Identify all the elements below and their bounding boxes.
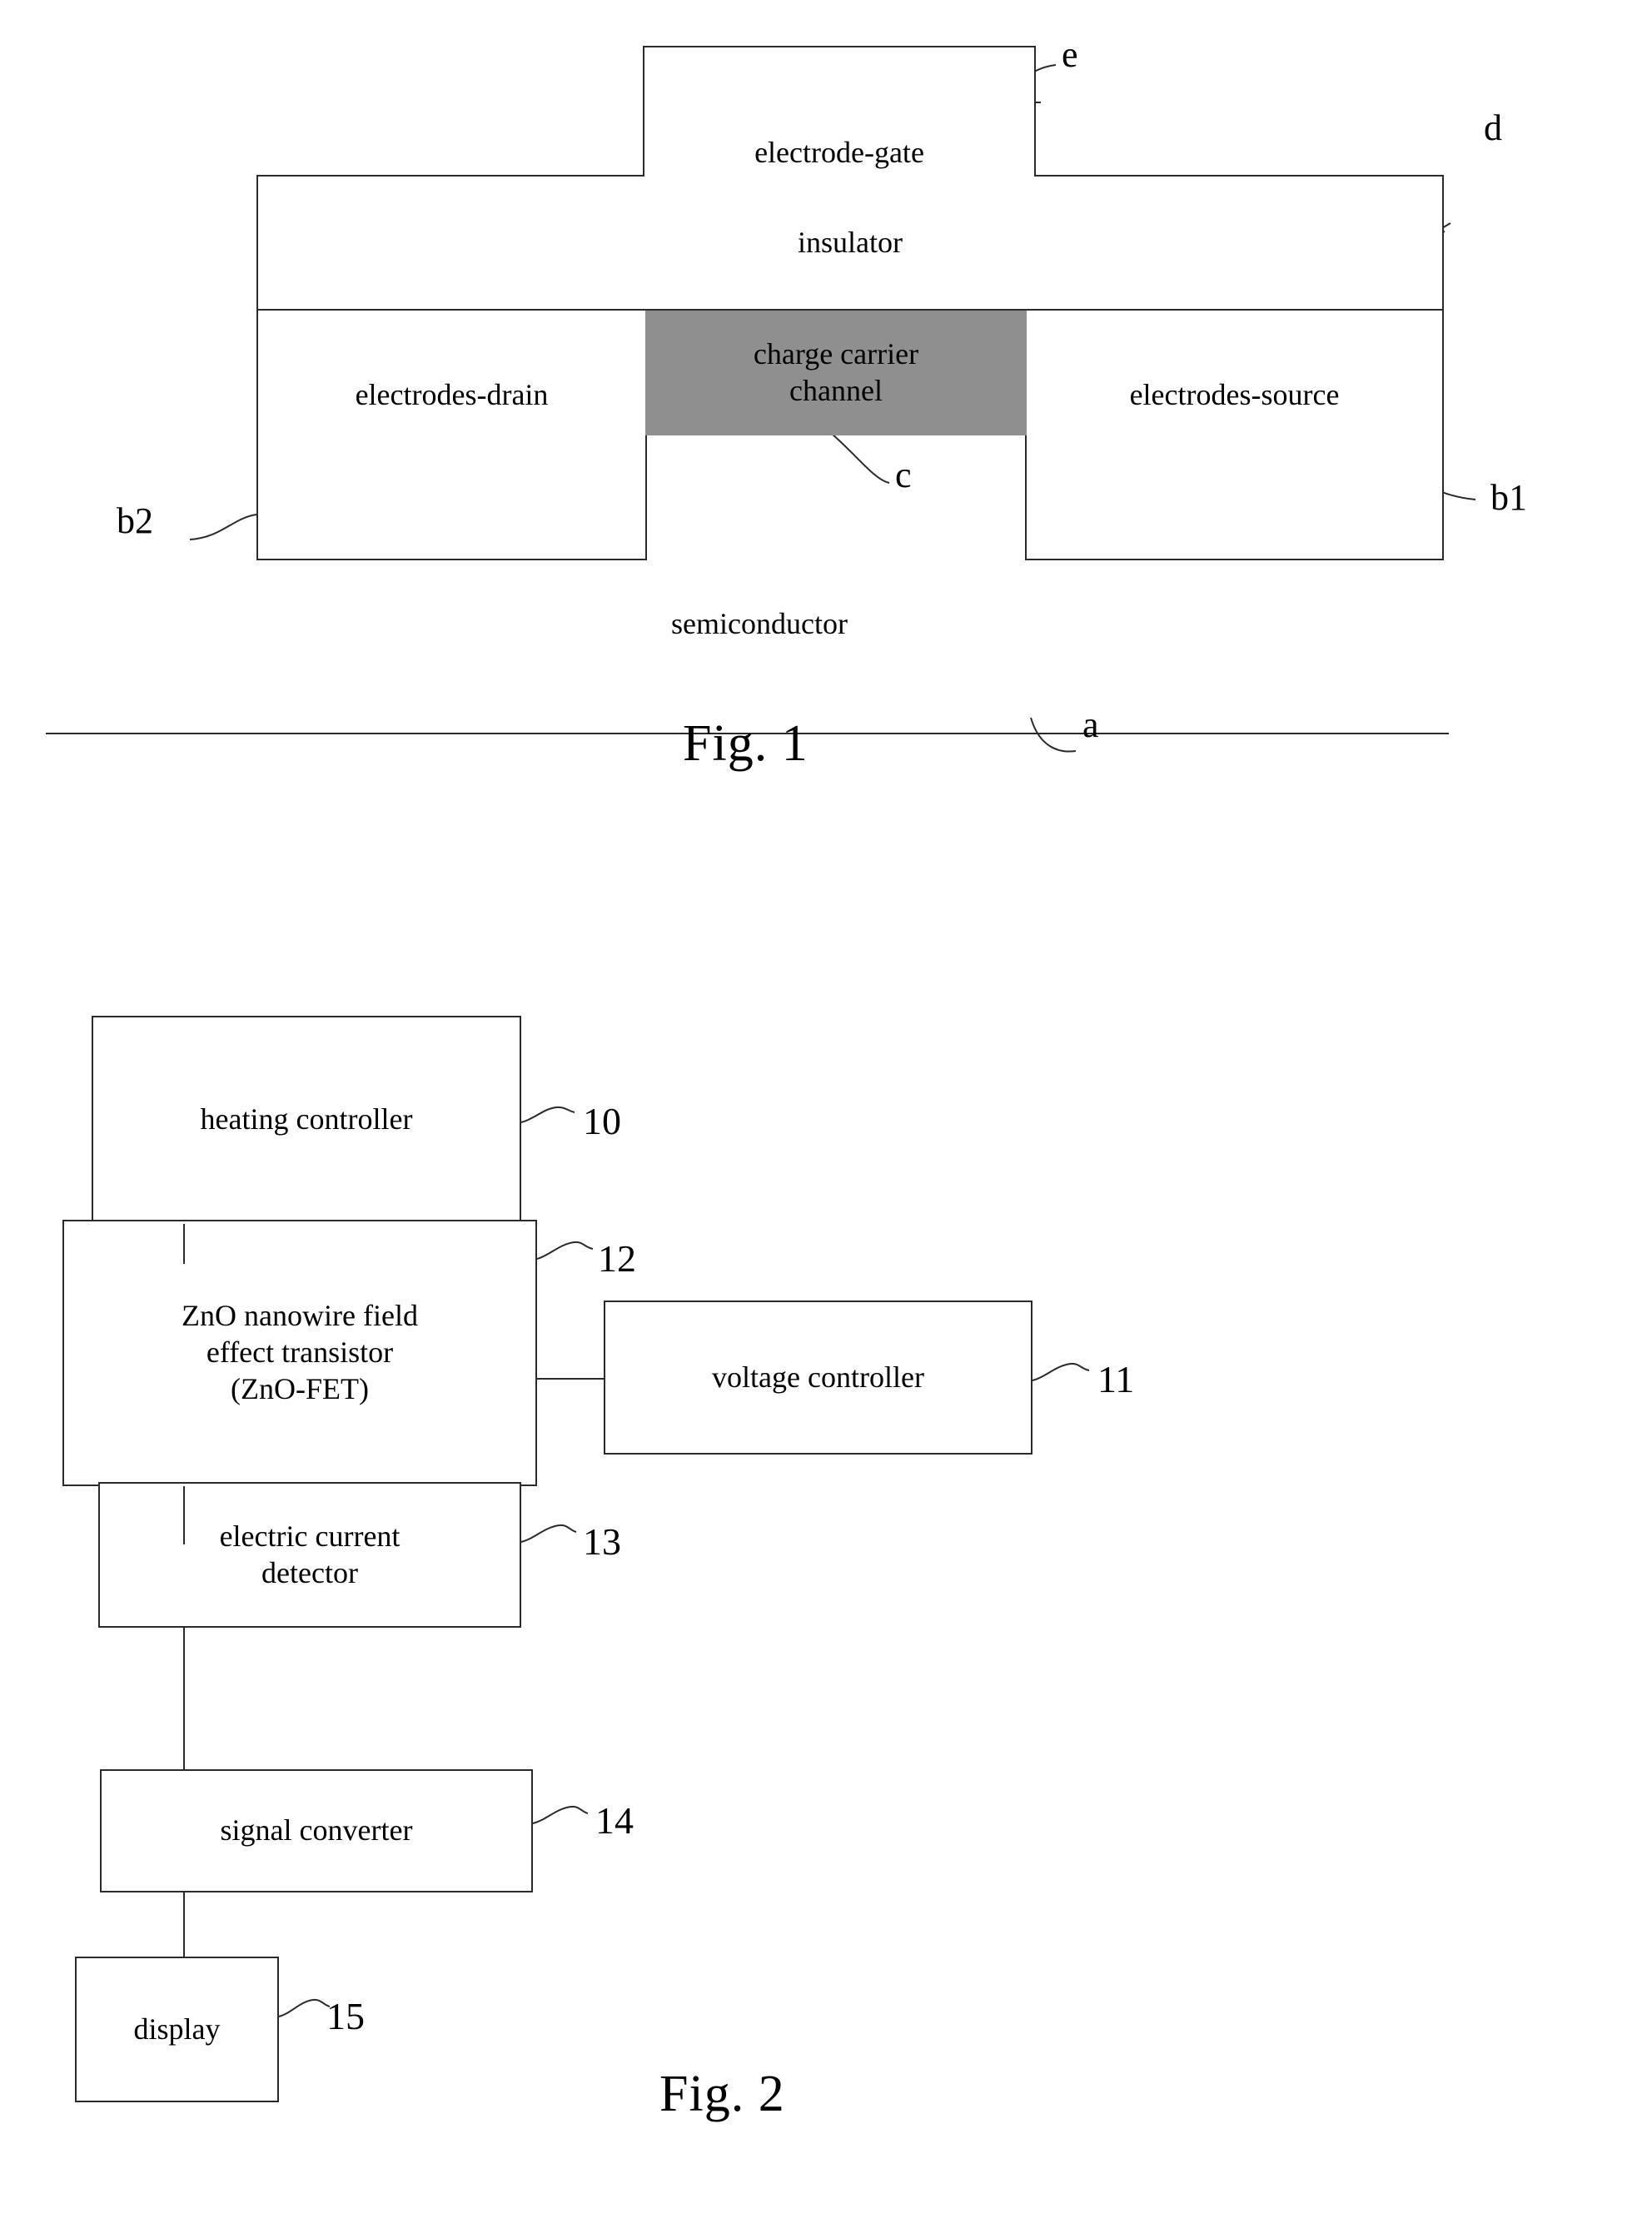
charge-carrier-channel: charge carrier channel bbox=[645, 311, 1027, 435]
current-detector-label-line-1: electric current bbox=[219, 1519, 401, 1553]
drain-electrode: electrodes-drain bbox=[256, 311, 647, 560]
charge-carrier-channel-label: charge carrier channel bbox=[754, 336, 918, 410]
heating-controller-label: heating controller bbox=[200, 1102, 413, 1136]
ref-label-b2: b2 bbox=[117, 500, 153, 541]
ref-label-15: 15 bbox=[326, 1995, 365, 2037]
block-display: display bbox=[75, 1957, 279, 2102]
figure-1-caption: Fig. 1 bbox=[683, 715, 809, 772]
signal-converter-label: signal converter bbox=[220, 1813, 413, 1848]
insulator-label: insulator bbox=[798, 225, 903, 259]
zno-fet-label-line-1: ZnO nanowire field bbox=[182, 1299, 418, 1333]
zno-fet-label-line-2: effect transistor bbox=[206, 1335, 394, 1370]
ref-label-13: 13 bbox=[583, 1520, 621, 1563]
connector-heating-to-fet bbox=[183, 1224, 185, 1264]
ref-label-12: 12 bbox=[598, 1237, 636, 1280]
gate-electrode: electrode-gate bbox=[643, 46, 1036, 177]
block-voltage-controller: voltage controller bbox=[604, 1301, 1032, 1455]
block-zno-fet: ZnO nanowire field effect transistor (Zn… bbox=[62, 1220, 537, 1486]
ref-label-14: 14 bbox=[595, 1799, 634, 1842]
source-electrode: electrodes-source bbox=[1025, 311, 1444, 560]
drain-electrode-label: electrodes-drain bbox=[355, 378, 549, 411]
connector-fet-to-voltage bbox=[537, 1378, 604, 1380]
channel-label-line-1: charge carrier bbox=[753, 337, 919, 371]
voltage-controller-label: voltage controller bbox=[712, 1360, 924, 1394]
insulator-layer: insulator bbox=[256, 175, 1444, 311]
current-detector-label-line-2: detector bbox=[261, 1555, 358, 1589]
block-current-detector: electric current detector bbox=[98, 1482, 521, 1628]
figure-1: insulator electrode-gate electrodes-drai… bbox=[0, 0, 1652, 833]
ref-label-10: 10 bbox=[583, 1100, 621, 1142]
ref-label-d: d bbox=[1484, 107, 1502, 148]
connector-fet-to-detector bbox=[183, 1486, 185, 1544]
current-detector-label: electric current detector bbox=[220, 1519, 401, 1592]
block-heating-controller: heating controller bbox=[92, 1016, 521, 1224]
ref-label-a: a bbox=[1082, 704, 1099, 745]
source-electrode-label: electrodes-source bbox=[1129, 378, 1340, 411]
ref-label-e: e bbox=[1062, 34, 1078, 75]
block-signal-converter: signal converter bbox=[100, 1769, 533, 1892]
gate-electrode-label: electrode-gate bbox=[754, 136, 924, 170]
display-label: display bbox=[133, 2012, 221, 2046]
connector-detector-to-converter bbox=[183, 1628, 185, 1769]
zno-fet-label: ZnO nanowire field effect transistor (Zn… bbox=[182, 1298, 418, 1408]
ref-label-b1: b1 bbox=[1490, 477, 1527, 518]
figure-sheet: insulator electrode-gate electrodes-drai… bbox=[0, 0, 1652, 2238]
figure-2: heating controller ZnO nanowire field ef… bbox=[0, 916, 1652, 2238]
channel-label-line-2: channel bbox=[789, 374, 883, 407]
ref-label-11: 11 bbox=[1097, 1358, 1135, 1400]
ref-label-c: c bbox=[895, 455, 912, 495]
connector-converter-to-display bbox=[183, 1892, 185, 1957]
zno-fet-label-line-3: (ZnO-FET) bbox=[231, 1371, 369, 1405]
semiconductor-label: semiconductor bbox=[671, 607, 848, 640]
figure-2-caption: Fig. 2 bbox=[659, 2066, 785, 2122]
